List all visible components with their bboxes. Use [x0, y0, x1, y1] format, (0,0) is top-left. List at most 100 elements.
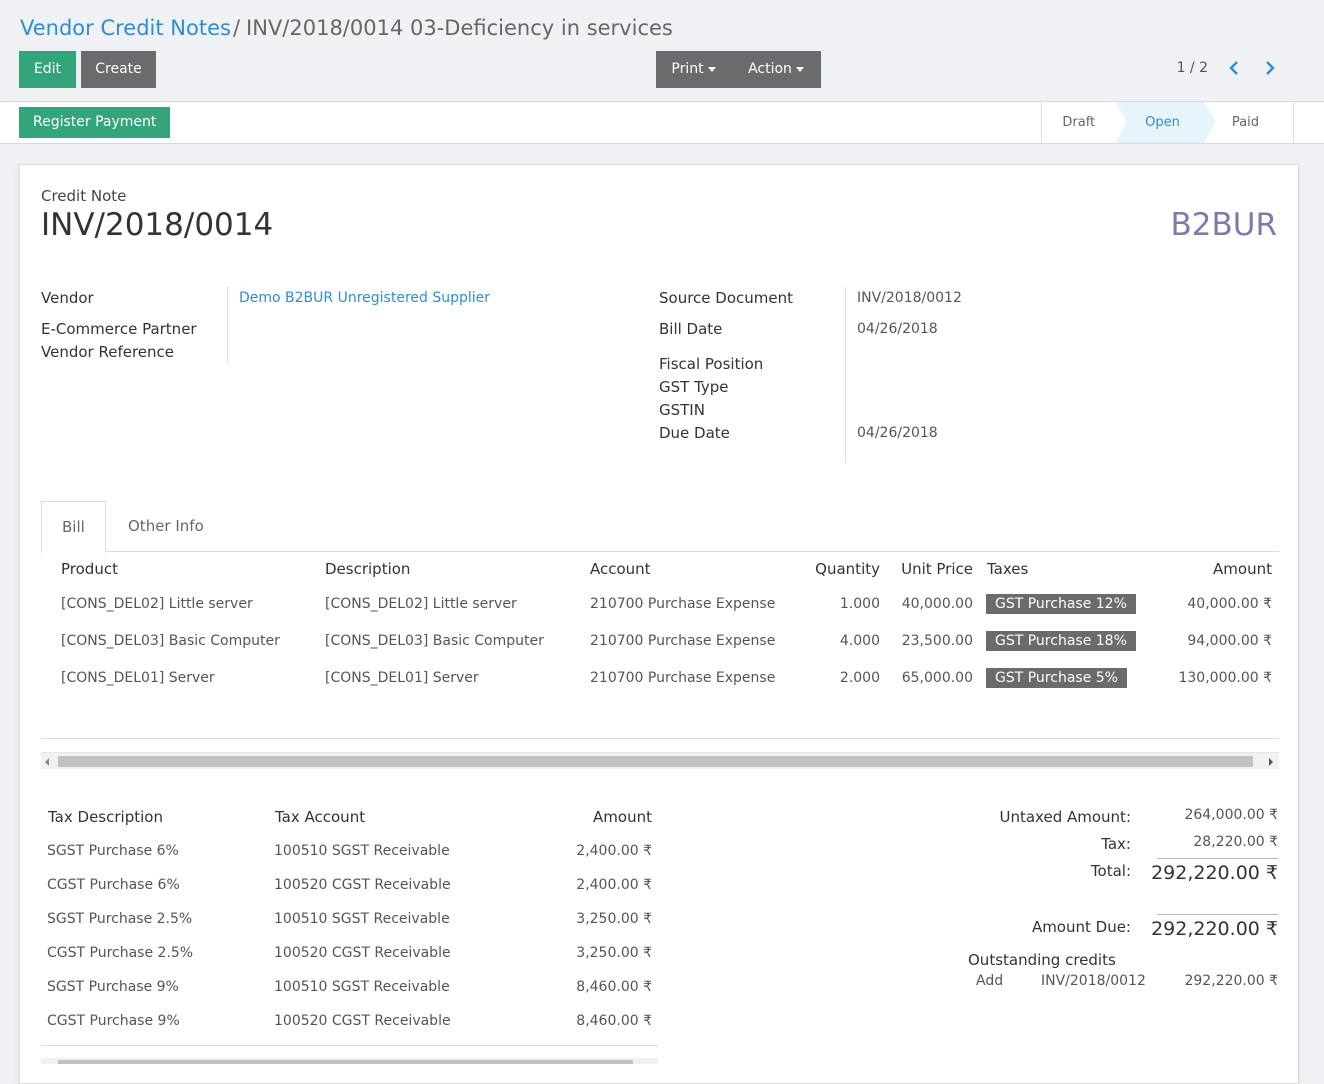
total-label: Total: [1090, 862, 1131, 880]
total-divider [1157, 858, 1278, 859]
tax-row-amount: 3,250.00 ₹ [576, 945, 652, 961]
stage-paid[interactable]: Paid [1203, 102, 1294, 143]
tax-table-scrollbar[interactable] [41, 1058, 658, 1064]
line-product[interactable]: [CONS_DEL03] Basic Computer [61, 633, 280, 649]
col-taxes[interactable]: Taxes [987, 560, 1028, 578]
field-divider [845, 287, 846, 463]
field-divider [227, 287, 228, 363]
tax-row-account: 100510 SGST Receivable [274, 843, 450, 859]
scroll-left-icon[interactable] [45, 758, 49, 766]
print-label: Print [671, 61, 704, 77]
print-dropdown-button[interactable]: Print [656, 51, 731, 88]
action-dropdown-button[interactable]: Action [731, 51, 821, 88]
stage-pipeline: Draft Open Paid [1041, 102, 1294, 143]
due-date-label: Due Date [659, 424, 730, 442]
document-kind: Credit Note [41, 187, 127, 205]
line-account[interactable]: 210700 Purchase Expense [590, 596, 775, 612]
line-description[interactable]: [CONS_DEL02] Little server [325, 596, 517, 612]
line-account[interactable]: 210700 Purchase Expense [590, 670, 775, 686]
create-button[interactable]: Create [81, 51, 156, 88]
source-document-value: INV/2018/0012 [857, 290, 962, 306]
tax-row-account: 100520 CGST Receivable [274, 945, 451, 961]
vendor-field[interactable]: Demo B2BUR Unregistered Supplier [239, 290, 490, 306]
breadcrumb-separator: / [232, 16, 241, 40]
line-quantity[interactable]: 1.000 [840, 596, 880, 612]
line-quantity[interactable]: 4.000 [840, 633, 880, 649]
col-description[interactable]: Description [325, 560, 410, 578]
ecommerce-partner-label: E-Commerce Partner [41, 320, 197, 338]
line-quantity[interactable]: 2.000 [840, 670, 880, 686]
tax-row-description: SGST Purchase 2.5% [47, 911, 193, 927]
col-quantity[interactable]: Quantity [815, 560, 880, 578]
line-unit-price[interactable]: 65,000.00 [902, 670, 973, 686]
line-account[interactable]: 210700 Purchase Expense [590, 633, 775, 649]
untaxed-amount-value: 264,000.00 ₹ [1184, 807, 1278, 823]
notebook-tabs: Bill Other Info [41, 501, 1279, 553]
col-product[interactable]: Product [61, 560, 118, 578]
line-description[interactable]: [CONS_DEL01] Server [325, 670, 479, 686]
horizontal-scrollbar[interactable] [41, 752, 1279, 769]
outstanding-credit-ref: INV/2018/0012 [1041, 973, 1146, 989]
breadcrumb: Vendor Credit Notes/INV/2018/0014 03-Def… [20, 16, 673, 40]
tax-row-description: CGST Purchase 6% [47, 877, 180, 893]
tax-row-description: SGST Purchase 6% [47, 843, 179, 859]
tax-badge: GST Purchase 18% [986, 631, 1136, 651]
tax-badge: GST Purchase 12% [986, 594, 1136, 614]
stage-open[interactable]: Open [1115, 102, 1216, 143]
scrollbar-thumb[interactable] [58, 756, 1253, 767]
tax-badge: GST Purchase 5% [986, 668, 1127, 688]
gst-type-label: GST Type [659, 378, 729, 396]
caret-down-icon [707, 66, 716, 72]
col-unit-price[interactable]: Unit Price [901, 560, 973, 578]
pager-previous-icon[interactable] [1224, 58, 1244, 78]
edit-button[interactable]: Edit [19, 51, 76, 88]
breadcrumb-parent-link[interactable]: Vendor Credit Notes [20, 16, 231, 40]
line-unit-price[interactable]: 40,000.00 [902, 596, 973, 612]
action-label: Action [748, 61, 792, 77]
tax-row-description: CGST Purchase 2.5% [47, 945, 194, 961]
tax-col-description[interactable]: Tax Description [48, 808, 163, 826]
outstanding-credit-amount: 292,220.00 ₹ [1184, 973, 1278, 989]
col-amount[interactable]: Amount [1213, 560, 1272, 578]
tax-row-description: SGST Purchase 9% [47, 979, 179, 995]
tab-bill[interactable]: Bill [41, 501, 106, 553]
tax-label: Tax: [1101, 835, 1131, 853]
amount-due-label: Amount Due: [1031, 918, 1131, 936]
tax-row-account: 100510 SGST Receivable [274, 911, 450, 927]
breadcrumb-current: INV/2018/0014 03-Deficiency in services [246, 16, 673, 40]
pager-next-icon[interactable] [1260, 58, 1280, 78]
tax-row-amount: 3,250.00 ₹ [576, 911, 652, 927]
line-amount: 130,000.00 ₹ [1178, 670, 1272, 686]
caret-down-icon [795, 66, 804, 72]
line-description[interactable]: [CONS_DEL03] Basic Computer [325, 633, 544, 649]
control-panel: Vendor Credit Notes/INV/2018/0014 03-Def… [0, 0, 1324, 102]
tax-row-account: 100520 CGST Receivable [274, 1013, 451, 1029]
status-bar: Register Payment Draft Open Paid [0, 102, 1324, 144]
line-unit-price[interactable]: 23,500.00 [902, 633, 973, 649]
source-document-label: Source Document [659, 289, 793, 307]
tax-table-divider [41, 1045, 658, 1046]
add-credit-link[interactable]: Add [976, 973, 1003, 989]
line-product[interactable]: [CONS_DEL02] Little server [61, 596, 253, 612]
line-amount: 40,000.00 ₹ [1187, 596, 1272, 612]
tax-row-amount: 8,460.00 ₹ [576, 979, 652, 995]
pager-value[interactable]: 1 / 2 [1177, 60, 1208, 76]
gstin-label: GSTIN [659, 401, 705, 419]
journal-name: B2BUR [1170, 207, 1278, 243]
line-product[interactable]: [CONS_DEL01] Server [61, 670, 215, 686]
scrollbar-thumb[interactable] [58, 1060, 633, 1064]
vendor-label: Vendor [41, 289, 94, 307]
untaxed-amount-label: Untaxed Amount: [999, 808, 1132, 826]
vendor-reference-label: Vendor Reference [41, 343, 175, 361]
scroll-right-icon[interactable] [1269, 758, 1273, 766]
tax-col-account[interactable]: Tax Account [275, 808, 365, 826]
form-sheet: Credit Note INV/2018/0014 B2BUR Vendor D… [19, 164, 1299, 1084]
due-date-value: 04/26/2018 [857, 425, 938, 441]
col-account[interactable]: Account [590, 560, 651, 578]
tax-row-amount: 2,400.00 ₹ [576, 843, 652, 859]
tab-other-info[interactable]: Other Info [108, 501, 224, 552]
register-payment-button[interactable]: Register Payment [19, 107, 171, 138]
tax-col-amount[interactable]: Amount [593, 808, 652, 826]
stage-draft[interactable]: Draft [1042, 102, 1127, 143]
tax-row-amount: 8,460.00 ₹ [576, 1013, 652, 1029]
